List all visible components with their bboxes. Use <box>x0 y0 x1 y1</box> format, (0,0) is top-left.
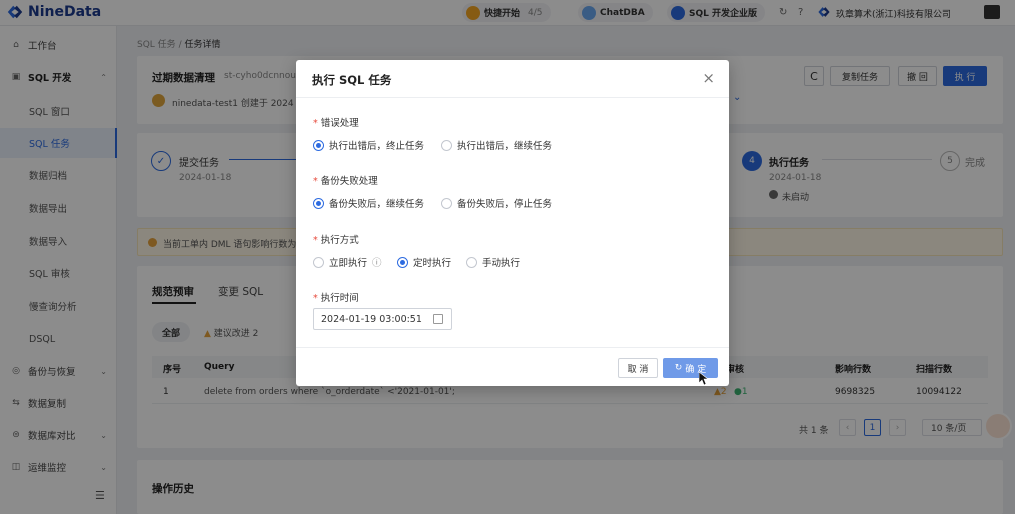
mouse-cursor-icon <box>699 372 708 385</box>
radio-label: 执行出错后，终止任务 <box>329 141 425 152</box>
radio-checked-icon <box>313 197 324 209</box>
error-handling-label: * 错误处理 <box>313 118 359 129</box>
execution-mode-label: * 执行方式 <box>313 235 359 246</box>
confirm-button[interactable]: ↻ 确 定 <box>663 358 718 378</box>
radio-checked-icon <box>397 256 408 268</box>
radio-backup-continue[interactable]: 备份失败后，继续任务 <box>313 196 424 210</box>
execute-sql-task-dialog: 执行 SQL 任务 × * 错误处理 执行出错后，终止任务 执行出错后，继续任务 … <box>296 60 729 386</box>
radio-error-continue[interactable]: 执行出错后，继续任务 <box>441 138 552 152</box>
radio-unchecked-icon <box>313 256 324 268</box>
radio-unchecked-icon <box>466 256 477 268</box>
backup-failure-label-text: 备份失败处理 <box>320 176 378 187</box>
radio-label: 备份失败后，停止任务 <box>457 199 553 210</box>
execution-time-label: * 执行时间 <box>313 293 359 304</box>
dialog-title: 执行 SQL 任务 <box>312 73 392 87</box>
radio-mode-immediate[interactable]: 立即执行 ⓘ <box>313 255 382 269</box>
execution-mode-label-text: 执行方式 <box>320 235 359 246</box>
radio-mode-manual[interactable]: 手动执行 <box>466 255 520 269</box>
radio-label: 立即执行 <box>329 258 368 269</box>
error-handling-label-text: 错误处理 <box>320 118 359 129</box>
radio-error-terminate[interactable]: 执行出错后，终止任务 <box>313 138 424 152</box>
radio-label: 执行出错后，继续任务 <box>457 141 553 152</box>
dialog-header: 执行 SQL 任务 × <box>296 60 729 98</box>
radio-label: 手动执行 <box>482 258 521 269</box>
radio-label: 备份失败后，继续任务 <box>329 199 425 210</box>
backup-failure-label: * 备份失败处理 <box>313 176 378 187</box>
radio-backup-stop[interactable]: 备份失败后，停止任务 <box>441 196 552 210</box>
execution-time-label-text: 执行时间 <box>320 293 359 304</box>
radio-mode-scheduled[interactable]: 定时执行 <box>397 255 451 269</box>
radio-unchecked-icon <box>441 197 452 209</box>
execution-time-picker[interactable]: 2024-01-19 03:00:51 <box>313 308 452 330</box>
dialog-footer: 取 消 ↻ 确 定 <box>296 347 729 386</box>
close-icon[interactable]: × <box>702 69 715 87</box>
radio-label: 定时执行 <box>413 258 452 269</box>
cancel-button[interactable]: 取 消 <box>618 358 658 378</box>
radio-checked-icon <box>313 139 324 151</box>
help-icon[interactable]: ⓘ <box>372 255 382 269</box>
radio-unchecked-icon <box>441 139 452 151</box>
loading-icon: ↻ <box>674 363 683 373</box>
calendar-icon <box>433 314 443 324</box>
execution-time-value: 2024-01-19 03:00:51 <box>321 313 422 325</box>
